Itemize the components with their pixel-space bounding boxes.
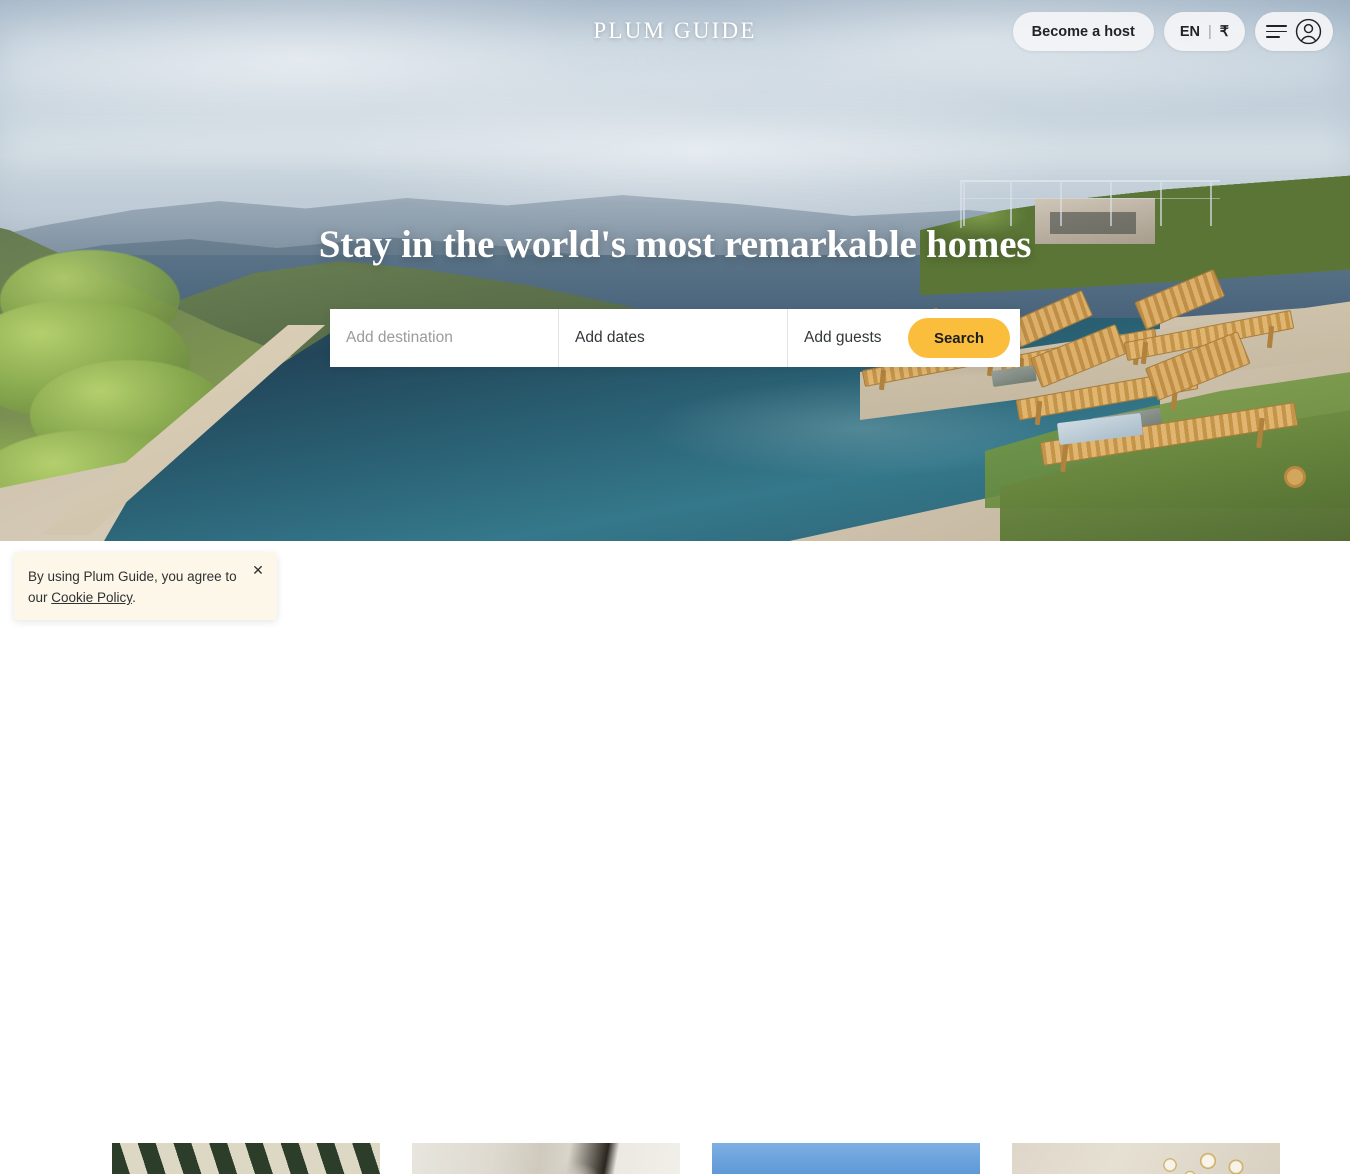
hero-railing-post (1060, 180, 1062, 226)
hero-railing-post (1110, 180, 1112, 226)
close-icon[interactable]: ✕ (249, 561, 267, 579)
hero-glass-railing (960, 180, 1220, 228)
hero-railing-post (1210, 180, 1212, 226)
cookie-text-after: . (132, 590, 136, 605)
site-header: PLUM GUIDE Become a host EN | ₹ (0, 0, 1350, 62)
listing-card[interactable] (412, 1143, 680, 1174)
hero-cloud-band (0, 120, 1350, 174)
listing-card-image (1012, 1143, 1280, 1174)
listing-card[interactable] (712, 1143, 980, 1174)
hero-railing-post (963, 180, 965, 226)
dates-field[interactable]: Add dates (559, 309, 788, 367)
language-label: EN (1179, 23, 1200, 40)
listing-card-image (112, 1143, 380, 1174)
hero-banner: Stay in the world's most remarkable home… (0, 0, 1350, 541)
user-avatar-icon[interactable] (1295, 18, 1322, 45)
menu-account-button[interactable] (1255, 12, 1333, 51)
listing-card-image (412, 1143, 680, 1174)
search-button[interactable]: Search (907, 318, 1010, 358)
listing-card[interactable] (1012, 1143, 1280, 1174)
hero-railing-post (1010, 180, 1012, 226)
hero-railing-post (1160, 180, 1162, 226)
become-a-host-button[interactable]: Become a host (1012, 12, 1154, 51)
language-currency-selector[interactable]: EN | ₹ (1163, 12, 1245, 51)
page-title: Stay in the world's most remarkable home… (318, 223, 1032, 266)
hamburger-icon[interactable] (1266, 25, 1287, 38)
listing-card[interactable] (112, 1143, 380, 1174)
cookie-consent-text: By using Plum Guide, you agree to our Co… (28, 566, 243, 608)
header-actions: Become a host EN | ₹ (1012, 12, 1333, 51)
separator: | (1207, 23, 1212, 40)
cookie-policy-link[interactable]: Cookie Policy (51, 590, 132, 605)
currency-label: ₹ (1219, 23, 1229, 40)
search-bar[interactable]: Add destination Add dates Add guests Sea… (330, 309, 1020, 367)
cookie-consent-banner: By using Plum Guide, you agree to our Co… (14, 552, 277, 620)
listing-card-image (712, 1143, 980, 1174)
destination-input[interactable]: Add destination (330, 309, 559, 367)
